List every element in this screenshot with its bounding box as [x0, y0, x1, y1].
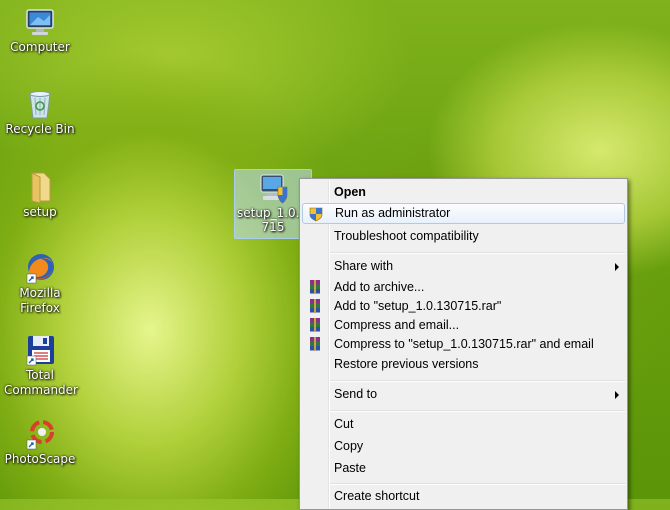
menu-item-open[interactable]: Open — [302, 182, 625, 203]
context-menu: Open Run as administrator Troubleshoot c… — [299, 178, 628, 510]
menu-item-label: Compress to "setup_1.0.130715.rar" and e… — [334, 337, 594, 351]
menu-item-add-to-rar[interactable]: Add to "setup_1.0.130715.rar" — [302, 296, 625, 317]
menu-item-label: Share with — [334, 259, 394, 273]
menu-item-label: Create shortcut — [334, 489, 420, 503]
menu-item-troubleshoot-compatibility[interactable]: Troubleshoot compatibility — [302, 226, 625, 247]
desktop-icon-label: Computer — [10, 40, 70, 54]
firefox-icon — [26, 254, 54, 284]
menu-item-label: Add to "setup_1.0.130715.rar" — [334, 299, 502, 313]
desktop-icon-computer[interactable]: Computer — [4, 8, 76, 55]
recycle-bin-icon — [29, 91, 51, 119]
menu-item-label: Cut — [334, 417, 354, 431]
uac-shield-icon — [309, 207, 323, 222]
desktop-icon-label: Recycle Bin — [5, 122, 75, 136]
menu-item-create-shortcut[interactable]: Create shortcut — [302, 486, 625, 507]
menu-item-compress-rar-and-email[interactable]: Compress to "setup_1.0.130715.rar" and e… — [302, 334, 625, 355]
menu-item-restore-previous-versions[interactable]: Restore previous versions — [302, 354, 625, 375]
menu-item-label: Restore previous versions — [334, 357, 479, 371]
installer-icon — [260, 174, 288, 204]
desktop-icon-label: setup — [23, 205, 57, 219]
submenu-arrow-icon — [615, 391, 619, 399]
menu-separator — [330, 252, 625, 254]
menu-item-paste[interactable]: Paste — [302, 458, 625, 479]
desktop-icon-recycle-bin[interactable]: Recycle Bin — [4, 88, 76, 137]
folder-icon — [31, 172, 51, 203]
menu-item-copy[interactable]: Copy — [302, 436, 625, 457]
menu-item-share-with[interactable]: Share with — [302, 256, 625, 277]
photoscape-icon — [26, 420, 54, 450]
total-commander-icon — [26, 336, 54, 366]
menu-item-label: Run as administrator — [335, 206, 451, 220]
menu-item-add-to-archive[interactable]: Add to archive... — [302, 277, 625, 298]
menu-item-run-as-administrator[interactable]: Run as administrator — [302, 203, 625, 224]
desktop-icon-total-commander[interactable]: Total Commander — [4, 334, 78, 398]
menu-item-send-to[interactable]: Send to — [302, 384, 625, 405]
menu-item-label: Send to — [334, 387, 378, 401]
desktop-icon-label: PhotoScape — [4, 452, 76, 466]
desktop-icon-label: Total Commander — [4, 368, 78, 397]
winrar-icon — [310, 337, 320, 351]
menu-separator — [330, 380, 625, 382]
menu-separator — [330, 410, 625, 412]
desktop-icon-photoscape[interactable]: PhotoScape — [4, 418, 76, 467]
menu-item-label: Troubleshoot compatibility — [334, 229, 479, 243]
winrar-icon — [310, 299, 320, 313]
winrar-icon — [310, 318, 320, 332]
menu-item-label: Compress and email... — [334, 318, 460, 332]
desktop-icon-label: Mozilla Firefox — [19, 286, 61, 315]
winrar-icon — [310, 280, 320, 294]
menu-item-label: Paste — [334, 461, 366, 475]
menu-item-cut[interactable]: Cut — [302, 414, 625, 435]
submenu-arrow-icon — [615, 263, 619, 271]
menu-item-compress-and-email[interactable]: Compress and email... — [302, 315, 625, 336]
menu-item-label: Copy — [334, 439, 364, 453]
desktop-icon-firefox[interactable]: Mozilla Firefox — [4, 252, 76, 316]
menu-item-label: Add to archive... — [334, 280, 425, 294]
menu-item-label: Open — [334, 185, 366, 199]
computer-icon — [26, 9, 54, 35]
menu-separator — [330, 483, 625, 485]
desktop-icon-setup-folder[interactable]: setup — [4, 171, 76, 220]
